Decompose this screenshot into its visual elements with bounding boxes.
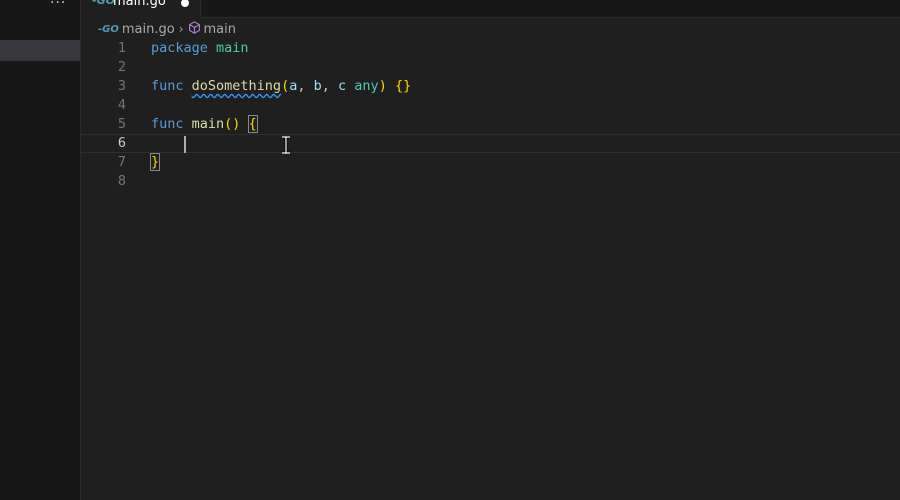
chevron-right-icon: › (178, 22, 184, 36)
param: b (313, 78, 322, 94)
code-editor[interactable]: 1 package main 2 3 func doSomething(a, b… (81, 39, 900, 500)
bracket-match: } (149, 153, 161, 171)
unsaved-dot-icon[interactable] (181, 0, 189, 7)
code-line[interactable]: 1 package main (81, 39, 900, 58)
package-name: main (216, 40, 249, 56)
keyword: func (151, 116, 184, 132)
go-file-icon: -GO (92, 0, 115, 7)
line-content: func doSomething(a, b, c any) {} (151, 78, 412, 94)
code-line[interactable]: 3 func doSomething(a, b, c any) {} (81, 77, 900, 96)
tab-label: main.go (113, 0, 166, 9)
keyword: package (151, 40, 208, 56)
explorer-selected-item[interactable] (0, 40, 80, 61)
bracket: () (224, 116, 241, 132)
line-content: func main() { (151, 115, 258, 134)
type-name: any (354, 78, 379, 94)
breadcrumb-file[interactable]: main.go (122, 22, 175, 37)
breadcrumb: -GO main.go › main (98, 20, 236, 38)
code-line[interactable]: 2 (81, 58, 900, 77)
go-file-icon: -GO (98, 23, 119, 35)
code-line[interactable]: 4 (81, 96, 900, 115)
line-number: 7 (117, 154, 126, 170)
editor-tab-bar: -GO main.go (81, 0, 900, 18)
bracket: {} (394, 78, 412, 94)
function-name[interactable]: main (192, 116, 225, 132)
code-line[interactable]: 5 func main() { (81, 115, 900, 134)
text-cursor (184, 136, 186, 153)
keyword: func (151, 78, 184, 94)
line-number: 8 (117, 173, 126, 189)
bracket: ( (281, 78, 290, 94)
line-number: 6 (117, 135, 126, 151)
explorer-sidebar: ... (0, 0, 81, 500)
line-content: } (149, 153, 161, 172)
line-number: 3 (117, 78, 126, 94)
line-number: 2 (117, 59, 126, 75)
function-name[interactable]: doSomething (192, 78, 281, 94)
more-actions-button[interactable]: ... (50, 0, 66, 7)
symbol-method-icon (188, 20, 201, 38)
bracket-match: { (247, 115, 258, 133)
code-line-current[interactable]: 6 (81, 134, 900, 153)
line-content: package main (151, 39, 249, 58)
bracket: ) (378, 78, 387, 94)
param: c (338, 78, 347, 94)
code-line[interactable]: 7 } (81, 153, 900, 172)
breadcrumb-symbol[interactable]: main (204, 22, 236, 37)
line-number: 4 (117, 97, 126, 113)
ibeam-cursor-icon (281, 135, 291, 155)
tab-main-go[interactable]: -GO main.go (81, 0, 201, 18)
line-number: 1 (117, 40, 126, 56)
line-number: 5 (117, 116, 126, 132)
code-line[interactable]: 8 (81, 172, 900, 191)
